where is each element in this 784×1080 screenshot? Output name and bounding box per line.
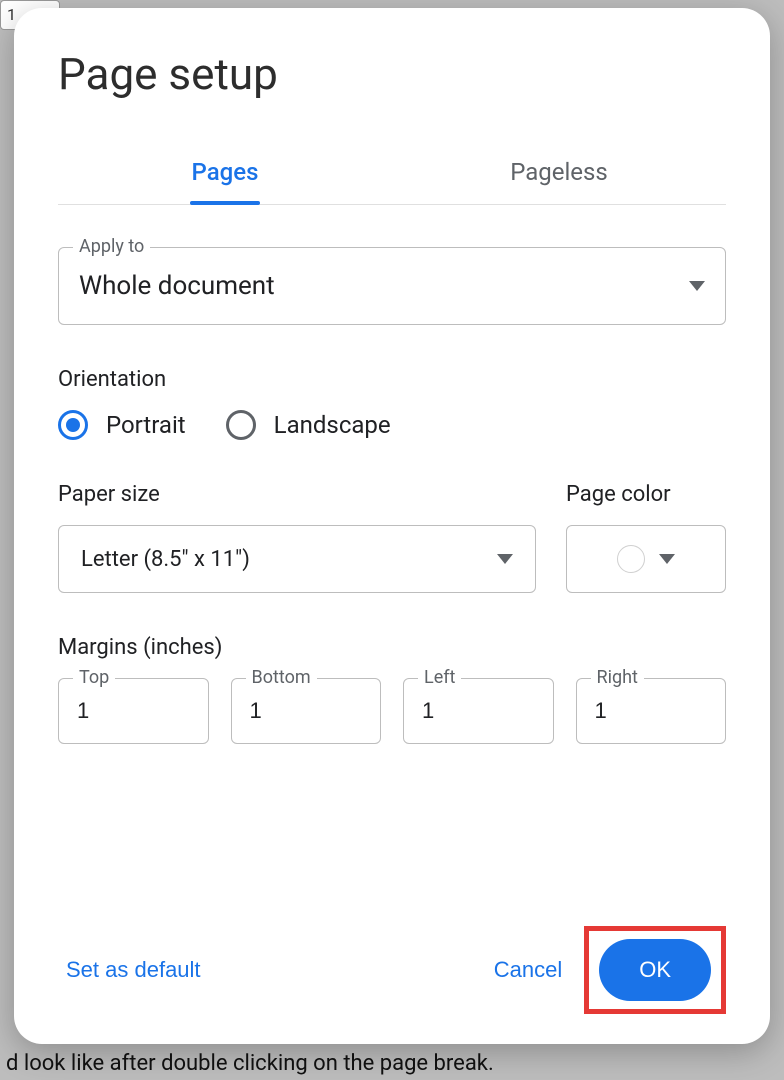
orientation-portrait-label: Portrait	[106, 411, 186, 439]
paper-size-dropdown[interactable]: Letter (8.5" x 11")	[58, 525, 536, 593]
margin-top-field[interactable]: Top	[58, 678, 209, 744]
chevron-down-icon	[689, 281, 705, 291]
margin-left-field[interactable]: Left	[403, 678, 554, 744]
orientation-portrait-option[interactable]: Portrait	[58, 410, 186, 440]
background-body-text: d look like after double clicking on the…	[0, 1047, 500, 1080]
margin-top-input[interactable]	[75, 697, 192, 725]
cancel-button[interactable]: Cancel	[486, 947, 570, 993]
radio-landscape[interactable]	[226, 410, 256, 440]
apply-to-legend: Apply to	[73, 236, 150, 257]
paper-size-value: Letter (8.5" x 11")	[81, 547, 250, 572]
tab-pages[interactable]: Pages	[58, 148, 392, 204]
margin-top-legend: Top	[73, 667, 115, 688]
margin-left-legend: Left	[418, 667, 461, 688]
page-color-dropdown[interactable]	[566, 525, 726, 593]
margin-bottom-field[interactable]: Bottom	[231, 678, 382, 744]
margin-right-input[interactable]	[593, 697, 710, 725]
page-color-label: Page color	[566, 482, 726, 507]
chevron-down-icon	[659, 554, 675, 564]
margin-right-field[interactable]: Right	[576, 678, 727, 744]
paper-size-label: Paper size	[58, 482, 536, 507]
dialog-title: Page setup	[58, 48, 726, 100]
page-setup-dialog: Page setup Pages Pageless Apply to Whole…	[14, 8, 770, 1044]
tab-bar: Pages Pageless	[58, 148, 726, 205]
set-as-default-button[interactable]: Set as default	[58, 947, 209, 993]
margins-label: Margins (inches)	[58, 635, 726, 660]
margin-bottom-input[interactable]	[248, 697, 365, 725]
margin-right-legend: Right	[591, 667, 644, 688]
radio-portrait[interactable]	[58, 410, 88, 440]
page-color-swatch	[617, 545, 645, 573]
apply-to-value: Whole document	[79, 271, 275, 301]
ok-button[interactable]: OK	[599, 939, 711, 1001]
chevron-down-icon	[497, 554, 513, 564]
orientation-label: Orientation	[58, 367, 726, 392]
margin-bottom-legend: Bottom	[246, 667, 317, 688]
orientation-landscape-label: Landscape	[274, 411, 391, 439]
orientation-landscape-option[interactable]: Landscape	[226, 410, 391, 440]
apply-to-dropdown[interactable]: Apply to Whole document	[58, 247, 726, 325]
margin-left-input[interactable]	[420, 697, 537, 725]
dialog-footer: Set as default Cancel OK	[58, 896, 726, 1014]
ok-button-highlight: OK	[584, 926, 726, 1014]
tab-pageless[interactable]: Pageless	[392, 148, 726, 204]
